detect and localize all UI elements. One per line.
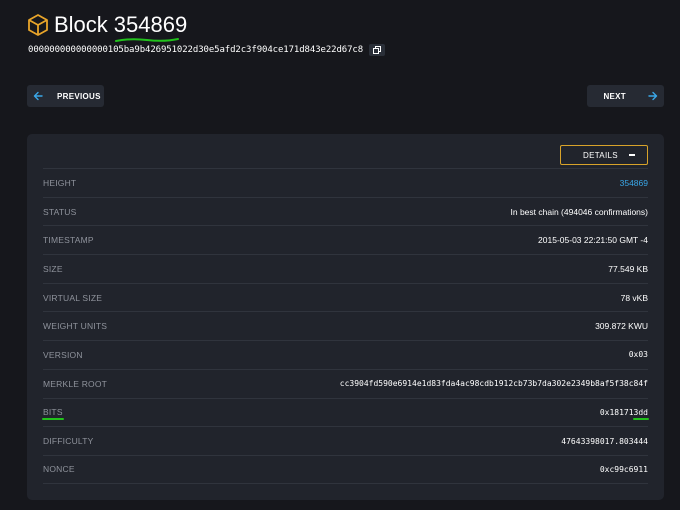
title-prefix: Block xyxy=(54,12,108,37)
detail-value: 78 vKB xyxy=(620,292,648,303)
detail-row-height: HEIGHT 354869 xyxy=(43,168,648,197)
green-underline-annotation xyxy=(42,418,64,421)
block-details-card: DETAILS HEIGHT 354869 STATUS In best cha… xyxy=(27,134,664,500)
detail-value: 0x181713dd xyxy=(599,407,649,420)
detail-row-version: VERSION 0x03 xyxy=(43,340,648,369)
copy-hash-button[interactable] xyxy=(369,44,386,56)
detail-row-status: STATUS In best chain (494046 confirmatio… xyxy=(43,196,649,226)
detail-row-virtual-size: VIRTUAL SIZE 78 vKB xyxy=(43,282,648,312)
detail-row-bits: BITS 0x181713dd xyxy=(42,397,649,427)
arrow-left-icon xyxy=(33,91,43,101)
block-number-text: 354869 xyxy=(113,12,188,37)
next-block-button[interactable]: NEXT xyxy=(587,85,664,107)
detail-row-nonce: NONCE 0xc99c6911 xyxy=(43,454,648,484)
bits-value-text: 0x181713dd xyxy=(599,407,648,417)
details-table: HEIGHT 354869 STATUS In best chain (4940… xyxy=(42,168,649,484)
detail-row-size: SIZE 77.549 KB xyxy=(43,254,648,283)
detail-value: 47643398017.803444 xyxy=(561,436,648,446)
page-header: Block 354869 xyxy=(28,12,188,42)
detail-key: NONCE xyxy=(43,464,75,475)
green-underline-annotation xyxy=(633,417,649,420)
copy-icon xyxy=(373,46,382,54)
detail-value: 0xc99c6911 xyxy=(599,464,648,474)
detail-key: VIRTUAL SIZE xyxy=(43,292,103,303)
detail-key: HEIGHT xyxy=(43,177,77,188)
detail-row-merkle-root: MERKLE ROOT cc3904fd590e6914e1d83fda4ac9… xyxy=(43,368,648,398)
cube-icon xyxy=(28,14,48,36)
block-hash: 000000000000000105ba9b426951022d30e5afd2… xyxy=(28,45,364,55)
block-number: 354869 xyxy=(113,12,188,42)
minus-icon xyxy=(629,154,635,156)
detail-value: cc3904fd590e6914e1d83fda4ac98cdb1912cb73… xyxy=(339,379,648,389)
previous-label: PREVIOUS xyxy=(57,91,101,101)
previous-block-button[interactable]: PREVIOUS xyxy=(27,85,104,107)
detail-key: BITS xyxy=(42,407,64,421)
detail-row-difficulty: DIFFICULTY 47643398017.803444 xyxy=(43,426,648,455)
green-underline-annotation xyxy=(114,38,179,42)
detail-key: TIMESTAMP xyxy=(43,235,94,246)
details-toggle-label: DETAILS xyxy=(583,150,618,160)
arrow-right-icon xyxy=(648,91,658,101)
detail-key: DIFFICULTY xyxy=(43,436,94,447)
details-toggle-button[interactable]: DETAILS xyxy=(560,145,648,165)
detail-value: 77.549 KB xyxy=(608,263,648,274)
detail-value: 309.872 KWU xyxy=(595,321,648,332)
detail-row-timestamp: TIMESTAMP 2015-05-03 22:21:50 GMT -4 xyxy=(43,225,648,254)
detail-row-weight-units: WEIGHT UNITS 309.872 KWU xyxy=(43,311,648,340)
detail-value: In best chain (494046 confirmations) xyxy=(510,206,649,217)
detail-key: SIZE xyxy=(43,263,63,274)
block-hash-row: 000000000000000105ba9b426951022d30e5afd2… xyxy=(28,44,386,56)
detail-key: VERSION xyxy=(43,349,83,360)
next-label: NEXT xyxy=(603,91,626,101)
bits-key-text: BITS xyxy=(43,407,63,418)
height-link[interactable]: 354869 xyxy=(620,178,648,188)
detail-key: STATUS xyxy=(43,206,77,217)
page-title: Block 354869 xyxy=(54,12,188,42)
detail-key: MERKLE ROOT xyxy=(43,378,108,389)
detail-value: 0x03 xyxy=(628,350,648,360)
detail-value: 2015-05-03 22:21:50 GMT -4 xyxy=(538,235,648,246)
detail-key: WEIGHT UNITS xyxy=(43,321,108,332)
